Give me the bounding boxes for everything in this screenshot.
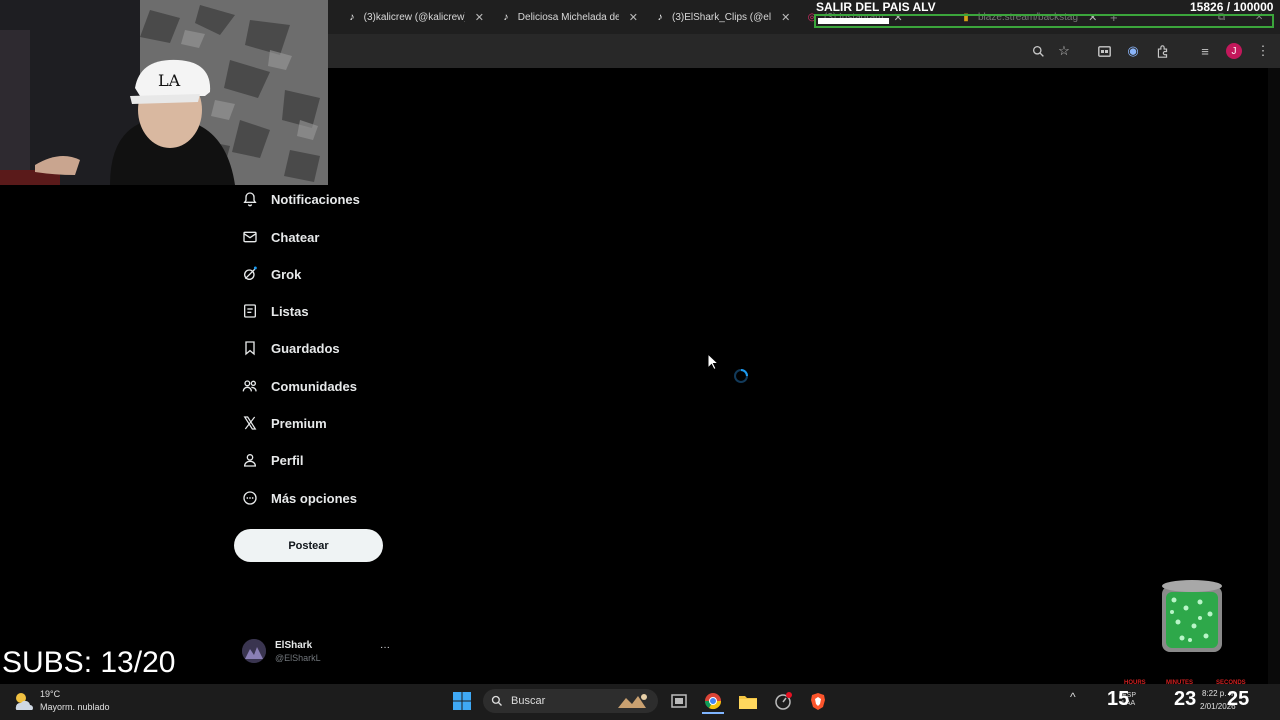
zoom-icon[interactable]	[1029, 42, 1047, 60]
close-tab-icon[interactable]: ✕	[475, 11, 484, 24]
close-tab-icon[interactable]: ✕	[629, 11, 638, 24]
search-placeholder: Buscar	[511, 695, 546, 707]
timer-hours-label: HOURS	[1124, 680, 1146, 686]
goal-title: SALIR DEL PAIS ALV	[816, 0, 936, 14]
timer-hours: 15	[1107, 688, 1130, 710]
webcam-overlay: LA	[0, 0, 328, 185]
nav-chatear[interactable]: Chatear	[242, 224, 319, 250]
tray-overflow-icon[interactable]: ^	[1070, 690, 1076, 704]
extensions-puzzle-icon[interactable]	[1153, 42, 1171, 60]
nav-label: Perfil	[271, 452, 304, 468]
goal-progress-fill	[818, 18, 889, 24]
app-icon[interactable]	[772, 690, 794, 712]
avatar	[242, 639, 266, 663]
bell-icon	[243, 192, 257, 207]
profile-handle: @ElSharkL	[275, 653, 321, 663]
loading-spinner-icon	[734, 369, 748, 383]
people-icon	[242, 380, 257, 392]
nav-label: Guardados	[271, 340, 340, 356]
close-tab-icon[interactable]: ✕	[781, 11, 790, 24]
nav-label: Comunidades	[271, 378, 357, 394]
search-icon	[491, 695, 502, 706]
browser-tab[interactable]: ♪ (3)ElShark_Clips (@el ✕	[654, 6, 792, 28]
weather-temp: 19°C	[40, 689, 61, 699]
nav-label: Notificaciones	[271, 191, 360, 207]
profile-avatar[interactable]: J	[1226, 43, 1242, 59]
weather-desc: Mayorm. nublado	[40, 702, 110, 712]
account-switcher[interactable]: ElShark @ElSharkL ···	[242, 638, 392, 668]
nav-label: Premium	[271, 415, 327, 431]
start-button[interactable]	[451, 690, 473, 712]
goal-count: 15826 / 100000	[1190, 0, 1274, 14]
nav-premium[interactable]: Premium	[242, 410, 327, 436]
profile-more-icon[interactable]: ···	[380, 642, 390, 653]
weather-cloud-icon	[15, 693, 33, 710]
taskbar-search[interactable]: Buscar	[483, 689, 658, 713]
tip-jar-icon	[1162, 580, 1222, 652]
list-icon	[244, 304, 256, 318]
brave-browser-icon[interactable]	[807, 690, 829, 712]
search-highlight-icon	[618, 694, 647, 708]
tab-title: (3)ElShark_Clips (@el	[672, 11, 772, 23]
browser-tab[interactable]: ♪ (3)kalicrew (@kalicrew) ✕	[346, 6, 484, 28]
nav-label: Chatear	[271, 229, 320, 245]
bookmark-star-icon[interactable]: ☆	[1055, 42, 1073, 60]
page-scrollbar[interactable]	[1268, 68, 1280, 684]
nav-label: Más opciones	[271, 490, 357, 506]
x-logo-icon	[243, 416, 257, 430]
grok-icon	[244, 266, 257, 280]
tiktok-icon: ♪	[657, 11, 663, 23]
timer-minutes-label: MINUTES	[1166, 680, 1193, 686]
timer-seconds-label: SECONDS	[1216, 680, 1246, 686]
profile-name: ElShark	[275, 640, 313, 651]
extension-screen-icon[interactable]	[1095, 42, 1113, 60]
tab-title: Deliciosa Michelada de	[517, 11, 619, 23]
mouse-cursor-icon	[707, 353, 719, 371]
media-controls-icon[interactable]: ≡	[1196, 42, 1214, 60]
browser-tab[interactable]: ♪ Deliciosa Michelada de ✕	[500, 6, 638, 28]
svg-text:LA: LA	[158, 71, 181, 90]
nav-listas[interactable]: Listas	[242, 298, 309, 324]
browser-menu-icon[interactable]: ⋮	[1254, 42, 1272, 60]
nav-perfil[interactable]: Perfil	[242, 447, 304, 473]
mail-icon	[243, 231, 257, 243]
task-view-icon[interactable]	[668, 690, 690, 712]
person-icon	[243, 454, 257, 467]
file-explorer-icon[interactable]	[737, 690, 759, 712]
timer-minutes: 23	[1174, 688, 1197, 710]
nav-mas-opciones[interactable]: Más opciones	[242, 485, 357, 511]
extension-icon[interactable]: ◉	[1124, 42, 1142, 60]
bookmark-icon	[245, 341, 255, 356]
nav-guardados[interactable]: Guardados	[242, 335, 340, 361]
post-button[interactable]: Postear	[234, 529, 383, 562]
nav-label: Listas	[271, 303, 309, 319]
more-circle-icon	[243, 491, 257, 505]
tiktok-icon: ♪	[503, 11, 509, 23]
timer-seconds: 25	[1227, 688, 1250, 710]
subs-counter: SUBS: 13/20	[2, 646, 176, 679]
chrome-taskbar-icon[interactable]	[702, 690, 724, 714]
nav-notificaciones[interactable]: Notificaciones	[242, 186, 360, 212]
nav-label: Grok	[271, 266, 302, 282]
tab-title: (3)kalicrew (@kalicrew)	[363, 11, 465, 23]
streamer-webcam-image: LA	[0, 0, 328, 185]
nav-comunidades[interactable]: Comunidades	[242, 373, 357, 399]
tiktok-icon: ♪	[349, 11, 355, 23]
nav-grok[interactable]: Grok	[242, 261, 301, 287]
